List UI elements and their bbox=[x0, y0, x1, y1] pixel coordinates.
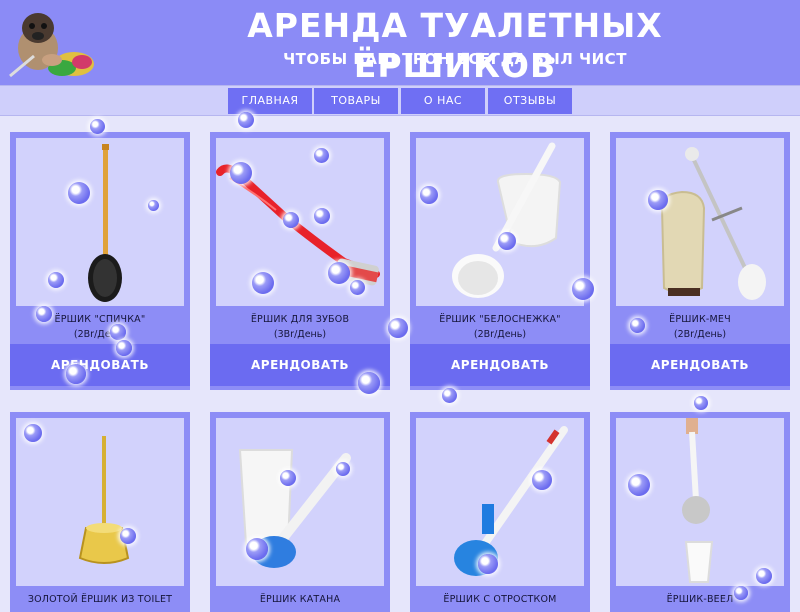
rent-button[interactable]: АРЕНДОВАТЬ bbox=[410, 344, 590, 386]
product-name: ЁРШИК ДЛЯ ЗУБОВ bbox=[250, 314, 350, 325]
product-price: (2Br/День) bbox=[673, 329, 727, 340]
product-card: ЁРШИК ДЛЯ ЗУБОВ (3Br/День) АРЕНДОВАТЬ bbox=[210, 132, 390, 390]
product-card: ЗОЛОТОЙ ЁРШИК ИЗ TOILET bbox=[10, 412, 190, 612]
product-image bbox=[616, 138, 784, 306]
rent-button[interactable]: АРЕНДОВАТЬ bbox=[210, 344, 390, 386]
nav-home[interactable]: ГЛАВНАЯ bbox=[228, 88, 312, 114]
product-image bbox=[616, 418, 784, 586]
product-name: ЁРШИК-МЕЧ bbox=[669, 314, 731, 325]
main-nav: ГЛАВНАЯ ТОВАРЫ О НАС ОТЗЫВЫ bbox=[0, 85, 800, 116]
product-card: ЁРШИК-ВЕЕЛ bbox=[610, 412, 790, 612]
product-card: ЁРШИК "СПИЧКА" (2Br/День) АРЕНДОВАТЬ bbox=[10, 132, 190, 390]
product-price: (3Br/День) bbox=[273, 329, 327, 340]
rent-button[interactable]: АРЕНДОВАТЬ bbox=[10, 344, 190, 386]
product-name: ЁРШИК "СПИЧКА" bbox=[54, 314, 146, 325]
product-image bbox=[216, 138, 384, 306]
nav-reviews[interactable]: ОТЗЫВЫ bbox=[488, 88, 572, 114]
product-image bbox=[416, 138, 584, 306]
product-image bbox=[16, 418, 184, 586]
soap-bubble-icon bbox=[442, 388, 457, 403]
nav-about[interactable]: О НАС bbox=[401, 88, 485, 114]
product-card: ЁРШИК-МЕЧ (2Br/День) АРЕНДОВАТЬ bbox=[610, 132, 790, 390]
site-header: АРЕНДА ТУАЛЕТНЫХ ЁРШИКОВ ЧТОБЫ ВАШ ТРОН … bbox=[0, 0, 800, 85]
product-price: (2Br/День) bbox=[473, 329, 527, 340]
soap-bubble-icon bbox=[388, 318, 408, 338]
product-image bbox=[416, 418, 584, 586]
product-name: ЁРШИК "БЕЛОСНЕЖКА" bbox=[439, 314, 561, 325]
product-price: (2Br/День) bbox=[73, 329, 127, 340]
product-card: ЁРШИК "БЕЛОСНЕЖКА" (2Br/День) АРЕНДОВАТЬ bbox=[410, 132, 590, 390]
product-image bbox=[16, 138, 184, 306]
product-card: ЁРШИК С ОТРОСТКОМ bbox=[410, 412, 590, 612]
site-title: АРЕНДА ТУАЛЕТНЫХ ЁРШИКОВ bbox=[247, 6, 663, 85]
product-card: ЁРШИК КАТАНА bbox=[210, 412, 390, 612]
pug-logo[interactable] bbox=[4, 4, 94, 80]
nav-products[interactable]: ТОВАРЫ bbox=[314, 88, 398, 114]
soap-bubble-icon bbox=[694, 396, 708, 410]
product-image bbox=[216, 418, 384, 586]
rent-button[interactable]: АРЕНДОВАТЬ bbox=[610, 344, 790, 386]
site-subtitle: ЧТОБЫ ВАШ ТРОН ВСЕГДА БЫЛ ЧИСТ bbox=[283, 50, 627, 68]
